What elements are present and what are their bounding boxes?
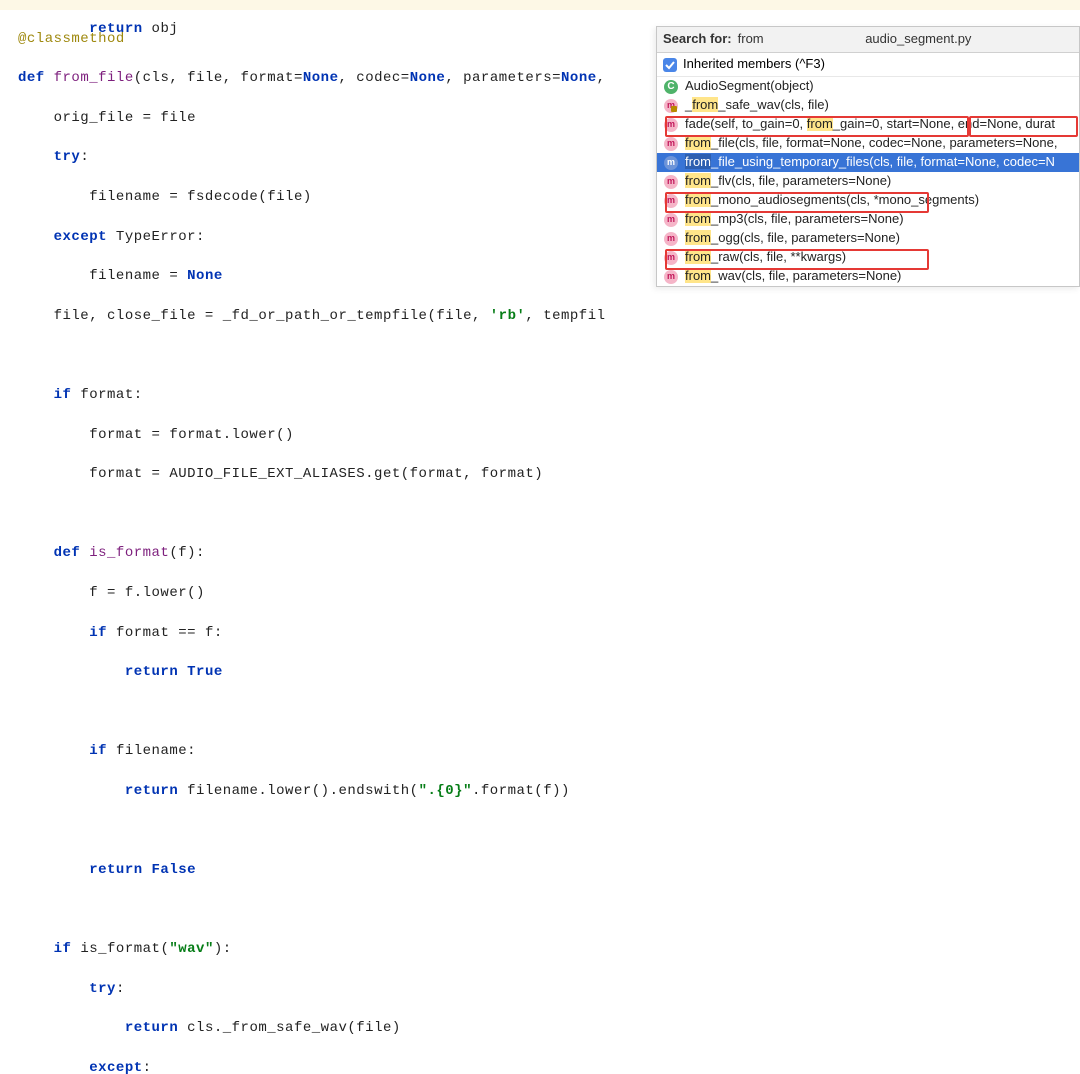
item-label: from_file_using_temporary_files(cls, fil…	[685, 153, 1055, 171]
code-line: return False	[18, 861, 1062, 881]
popup-item-method[interactable]: m _from_safe_wav(cls, file)	[657, 96, 1079, 115]
popup-item-method-selected[interactable]: m from_file_using_temporary_files(cls, f…	[657, 153, 1079, 172]
code-line	[18, 901, 1062, 921]
check-icon	[665, 60, 675, 70]
method-icon: m	[664, 213, 678, 227]
item-label: from_raw(cls, file, **kwargs)	[685, 248, 846, 266]
item-label: AudioSegment(object)	[685, 77, 814, 95]
inherited-checkbox-checked[interactable]	[663, 58, 677, 72]
code-line: def is_format(f):	[18, 544, 1062, 564]
method-icon: m	[664, 251, 678, 265]
popup-item-class[interactable]: C AudioSegment(object)	[657, 77, 1079, 96]
code-line: if format == f:	[18, 624, 1062, 644]
code-line: file, close_file = _fd_or_path_or_tempfi…	[18, 307, 1062, 327]
inherited-members-row[interactable]: Inherited members (^F3)	[657, 53, 1079, 77]
code-line: return filename.lower().endswith(".{0}".…	[18, 782, 1062, 802]
code-line: try:	[18, 980, 1062, 1000]
code-line	[18, 505, 1062, 525]
method-icon: m	[664, 194, 678, 208]
none: None	[303, 70, 339, 86]
code-line: return True	[18, 663, 1062, 683]
popup-item-method[interactable]: m from_mp3(cls, file, parameters=None)	[657, 210, 1079, 229]
popup-list: C AudioSegment(object) m _from_safe_wav(…	[657, 77, 1079, 286]
fn-name: from_file	[54, 70, 134, 86]
code-line: format = AUDIO_FILE_EXT_ALIASES.get(form…	[18, 465, 1062, 485]
item-label: fade(self, to_gain=0, from_gain=0, start…	[685, 115, 1055, 133]
decorator: @classmethod	[18, 31, 125, 47]
method-icon: m	[664, 137, 678, 151]
item-label: from_flv(cls, file, parameters=None)	[685, 172, 891, 190]
method-icon: m	[664, 156, 678, 170]
popup-item-method[interactable]: m from_flv(cls, file, parameters=None)	[657, 172, 1079, 191]
item-label: from_mono_audiosegments(cls, *mono_segme…	[685, 191, 979, 209]
method-icon: m	[664, 118, 678, 132]
params: (cls, file, format=	[134, 70, 303, 86]
code-line: if filename:	[18, 742, 1062, 762]
code-line: format = format.lower()	[18, 426, 1062, 446]
inherited-label: Inherited members (^F3)	[683, 55, 825, 73]
code-line	[18, 703, 1062, 723]
class-icon: C	[664, 80, 678, 94]
popup-item-method[interactable]: m fade(self, to_gain=0, from_gain=0, sta…	[657, 115, 1079, 134]
highlighted-line-bg: return obj	[0, 0, 1080, 10]
code-line: f = f.lower()	[18, 584, 1062, 604]
popup-header: Search for: from audio_segment.py	[657, 27, 1079, 53]
search-query: from	[738, 30, 764, 48]
popup-item-method[interactable]: m from_wav(cls, file, parameters=None)	[657, 267, 1079, 286]
item-label: from_file(cls, file, format=None, codec=…	[685, 134, 1057, 152]
code-line	[18, 346, 1062, 366]
method-icon: m	[664, 270, 678, 284]
item-label: from_wav(cls, file, parameters=None)	[685, 267, 901, 285]
method-icon: m	[664, 99, 678, 113]
search-for-label: Search for:	[663, 30, 732, 48]
code-line: if format:	[18, 386, 1062, 406]
item-label: from_ogg(cls, file, parameters=None)	[685, 229, 900, 247]
popup-item-method[interactable]: m from_mono_audiosegments(cls, *mono_seg…	[657, 191, 1079, 210]
structure-search-popup: Search for: from audio_segment.py Inheri…	[656, 26, 1080, 287]
code-text: obj	[143, 21, 179, 37]
popup-item-method[interactable]: m from_ogg(cls, file, parameters=None)	[657, 229, 1079, 248]
code-line: return cls._from_safe_wav(file)	[18, 1019, 1062, 1039]
code-line: except:	[18, 1059, 1062, 1074]
popup-item-method[interactable]: m from_raw(cls, file, **kwargs)	[657, 248, 1079, 267]
method-icon: m	[664, 232, 678, 246]
item-label: from_mp3(cls, file, parameters=None)	[685, 210, 904, 228]
item-label: _from_safe_wav(cls, file)	[685, 96, 829, 114]
code-line: if is_format("wav"):	[18, 940, 1062, 960]
popup-item-method[interactable]: m from_file(cls, file, format=None, code…	[657, 134, 1079, 153]
method-icon: m	[664, 175, 678, 189]
popup-filename: audio_segment.py	[865, 30, 971, 48]
kw-def: def	[18, 70, 54, 86]
code-line	[18, 821, 1062, 841]
